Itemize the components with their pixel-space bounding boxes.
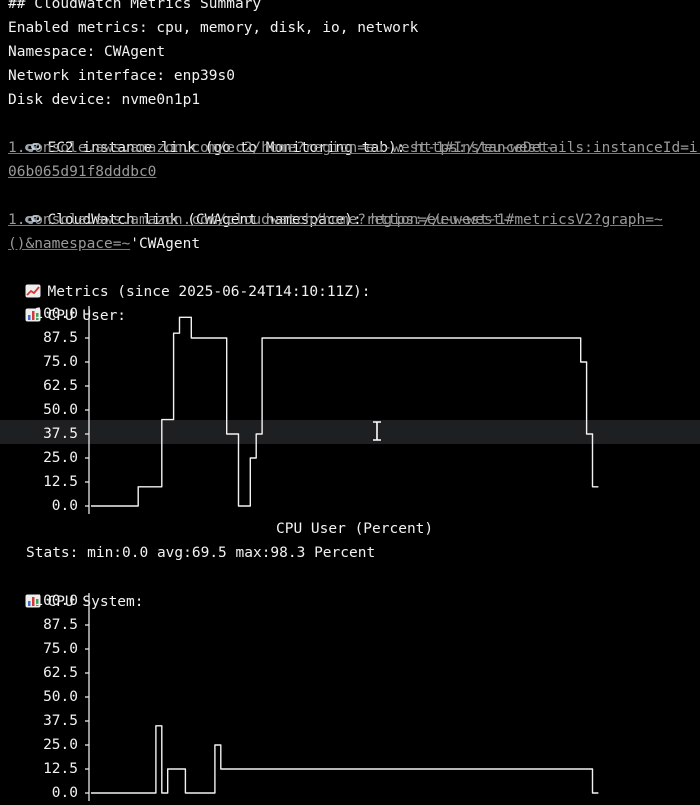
- cpu-system-plot: [85, 593, 599, 801]
- series-line: [91, 725, 599, 794]
